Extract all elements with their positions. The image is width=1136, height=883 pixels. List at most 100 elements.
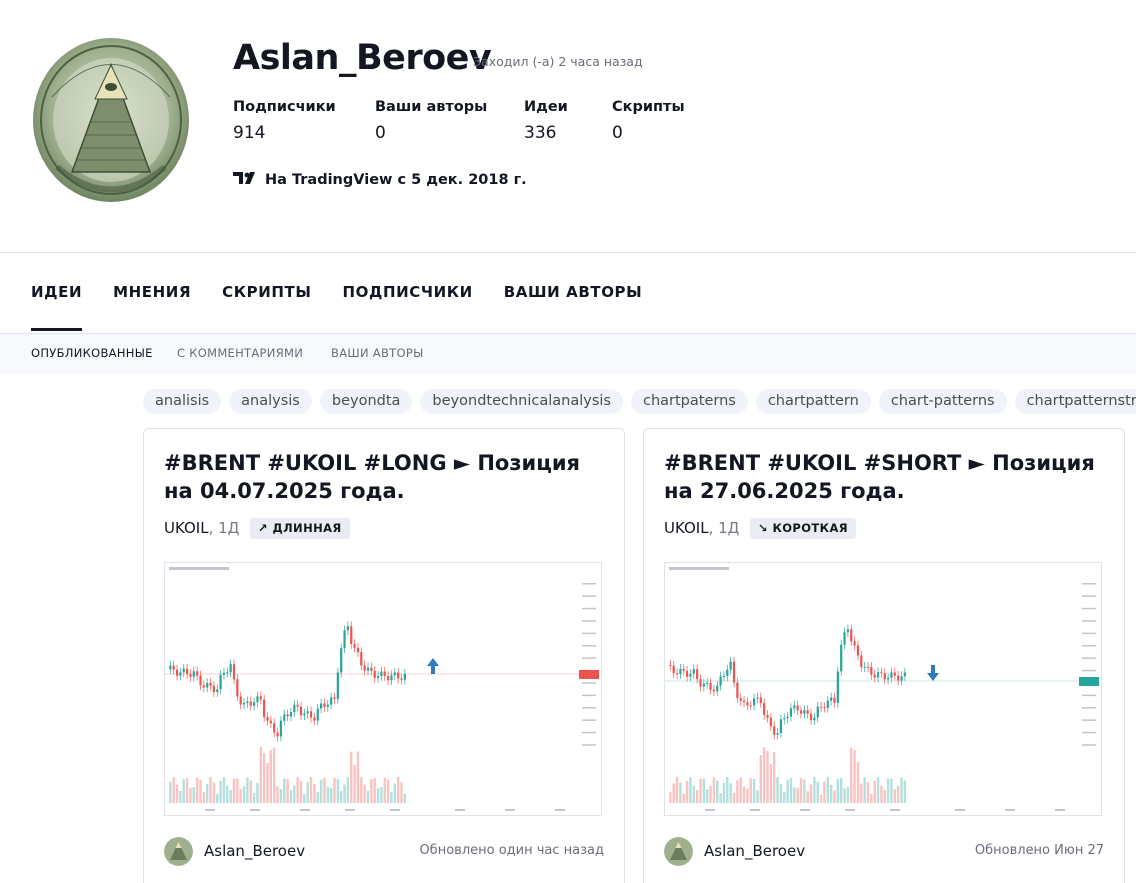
tag-chip[interactable]: chart-patterns xyxy=(878,389,1007,414)
idea-title[interactable]: #BRENT #UKOIL #SHORT ► Позиция на 27.06.… xyxy=(664,449,1104,505)
author-avatar[interactable] xyxy=(664,837,693,866)
updated-time: Обновлено Июн 27 xyxy=(974,843,1104,858)
direction-badge: ↗ ДЛИННАЯ xyxy=(250,518,350,539)
candle xyxy=(340,643,343,678)
idea-symbol[interactable]: UKOIL, 1Д xyxy=(664,519,739,537)
idea-symbol[interactable]: UKOIL, 1Д xyxy=(164,519,239,537)
volume-bar xyxy=(809,784,813,803)
arrow-up-right-icon: ↗ xyxy=(258,521,269,535)
volume-bar xyxy=(699,778,702,803)
stat-followers[interactable]: Подписчики 914 xyxy=(233,99,336,143)
tag-chip[interactable]: analisis xyxy=(143,389,222,414)
tab-ideas[interactable]: ИДЕИ xyxy=(31,283,83,331)
candle xyxy=(212,681,215,697)
candle xyxy=(749,700,752,711)
tab-following[interactable]: ВАШИ АВТОРЫ xyxy=(504,283,643,301)
candle xyxy=(296,699,299,712)
volume-bar xyxy=(185,778,189,803)
author-avatar[interactable] xyxy=(164,837,193,866)
stat-scripts[interactable]: Скрипты 0 xyxy=(612,99,685,143)
tag-chip[interactable]: chartpatternstrading xyxy=(1014,389,1136,414)
volume-bar xyxy=(813,777,816,803)
volume-bar xyxy=(870,793,873,803)
candle xyxy=(890,667,893,683)
tag-chip[interactable]: beyondta xyxy=(319,389,413,414)
volume-bar xyxy=(759,755,762,803)
price-tag xyxy=(579,670,599,679)
stat-value: 336 xyxy=(524,123,557,143)
arrow-down-right-icon: ↘ xyxy=(758,521,769,535)
volume-bar xyxy=(682,793,685,803)
volume-bar xyxy=(323,777,326,803)
member-since-text: На TradingView с 5 дек. 2018 г. xyxy=(265,172,527,188)
volume-bar xyxy=(356,751,360,803)
volume-bar xyxy=(289,790,293,803)
candle xyxy=(746,697,749,711)
volume-bar xyxy=(823,781,826,803)
member-since: На TradingView с 5 дек. 2018 г. xyxy=(233,170,527,190)
volume-bar xyxy=(752,778,756,803)
volume-bar xyxy=(366,790,370,803)
idea-chart-preview[interactable] xyxy=(664,562,1102,816)
stat-ideas[interactable]: Идеи 336 xyxy=(524,99,568,143)
volume-bar xyxy=(390,792,393,803)
tag-chip[interactable]: chartpattern xyxy=(755,389,871,414)
stat-following[interactable]: Ваши авторы 0 xyxy=(375,99,487,143)
volume-bar xyxy=(706,789,709,803)
candle xyxy=(712,684,715,697)
volume-bar xyxy=(386,779,390,803)
candle xyxy=(732,656,736,688)
direction-badge: ↘ КОРОТКАЯ xyxy=(750,518,857,539)
volume-bar xyxy=(773,752,776,803)
candle xyxy=(202,680,205,693)
volume-bar xyxy=(246,777,249,803)
candle xyxy=(672,660,675,679)
candle xyxy=(179,667,182,681)
idea-title[interactable]: #BRENT #UKOIL #LONG ► Позиция на 04.07.2… xyxy=(164,449,604,505)
volume-bar xyxy=(783,791,786,803)
tab-scripts[interactable]: СКРИПТЫ xyxy=(222,283,311,301)
candles xyxy=(669,624,907,803)
volume-bar xyxy=(346,777,350,803)
candle xyxy=(789,703,793,722)
volume-bar xyxy=(309,777,313,803)
candle xyxy=(222,667,226,680)
subtab-published[interactable]: ОПУБЛИКОВАННЫЕ xyxy=(31,346,153,360)
profile-tabs: ИДЕИ МНЕНИЯ СКРИПТЫ ПОДПИСЧИКИ ВАШИ АВТО… xyxy=(31,283,673,331)
volume-bar xyxy=(393,783,396,803)
volume-bar xyxy=(353,764,356,803)
tag-chip[interactable]: chartpaterns xyxy=(630,389,748,414)
volume-bar xyxy=(403,793,407,803)
volume-bar xyxy=(262,753,266,803)
idea-card[interactable]: #BRENT #UKOIL #SHORT ► Позиция на 27.06.… xyxy=(643,428,1125,883)
tag-chip[interactable]: analysis xyxy=(229,389,312,414)
idea-chart-preview[interactable] xyxy=(164,562,602,816)
candle xyxy=(175,664,179,681)
idea-card[interactable]: #BRENT #UKOIL #LONG ► Позиция на 04.07.2… xyxy=(143,428,625,883)
tab-followers[interactable]: ПОДПИСЧИКИ xyxy=(342,283,472,301)
candle xyxy=(169,660,172,675)
volume-bar xyxy=(286,778,289,803)
volume-bar xyxy=(192,787,195,803)
tab-opinions[interactable]: МНЕНИЯ xyxy=(113,283,191,301)
author-name[interactable]: Aslan_Beroev xyxy=(204,842,305,860)
candle xyxy=(830,692,833,706)
stat-value: 914 xyxy=(233,123,266,143)
candle xyxy=(860,650,863,672)
volume-bar xyxy=(252,793,256,803)
tag-filter-row: analisis analysis beyondta beyondtechnicala… xyxy=(143,389,1136,415)
volume-bar xyxy=(216,793,219,803)
subtab-commented[interactable]: С КОММЕНТАРИЯМИ xyxy=(177,346,303,360)
candle xyxy=(816,701,819,723)
chart-header xyxy=(169,567,229,570)
tag-chip[interactable]: beyondtechnicalanalysis xyxy=(420,389,623,414)
subtab-authors[interactable]: ВАШИ АВТОРЫ xyxy=(331,346,424,360)
volume-bar xyxy=(370,779,373,803)
tradingview-logo-icon xyxy=(233,170,259,190)
candle xyxy=(360,647,363,671)
candle xyxy=(253,697,256,711)
candle xyxy=(883,668,886,685)
candle xyxy=(186,663,189,679)
author-name[interactable]: Aslan_Beroev xyxy=(704,842,805,860)
price-axis xyxy=(582,583,596,746)
